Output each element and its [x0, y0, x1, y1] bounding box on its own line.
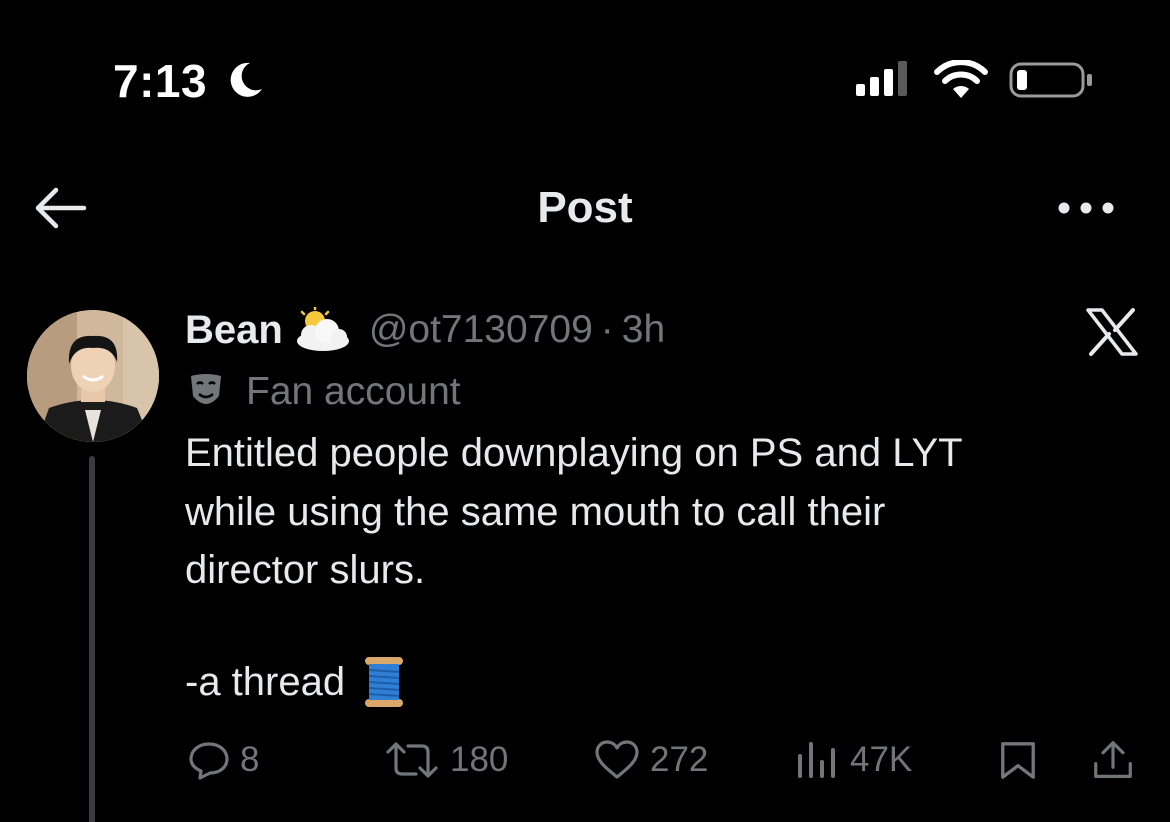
cellular-signal-icon — [856, 61, 907, 96]
bookmark-button[interactable] — [998, 736, 1038, 784]
avatar[interactable] — [27, 310, 159, 442]
post-body: Entitled people downplaying on PS and LY… — [185, 424, 1125, 600]
reply-count: 8 — [240, 740, 260, 779]
sun-behind-cloud-emoji — [296, 307, 349, 351]
views-icon — [798, 742, 835, 778]
repost-icon — [386, 742, 438, 778]
spool-of-thread-emoji — [365, 657, 404, 707]
bookmark-icon — [1001, 742, 1035, 779]
page-title: Post — [537, 183, 633, 232]
author-row: Bean @ot7130709 · 3h — [185, 305, 665, 355]
more-horizontal-icon[interactable] — [1056, 196, 1116, 220]
status-time: 7:13 — [113, 55, 208, 107]
author-display-name[interactable]: Bean — [185, 308, 283, 353]
reply-icon — [189, 742, 229, 780]
repost-button[interactable]: 180 — [384, 736, 508, 784]
account-label-row: Fan account — [188, 367, 461, 417]
x-logo-icon[interactable] — [1086, 308, 1138, 356]
post-text-line: Entitled people downplaying on PS and LY… — [185, 431, 963, 475]
post-text-line: while using the same mouth to call their — [185, 489, 886, 534]
thread-connector-line — [89, 456, 95, 822]
battery-icon — [1009, 62, 1092, 98]
views-button[interactable]: 47K — [796, 736, 912, 784]
wifi-icon — [934, 60, 988, 98]
thread-label: -a thread — [185, 659, 346, 704]
performing-arts-mask-icon — [191, 374, 221, 404]
author-handle[interactable]: @ot7130709 — [369, 308, 593, 352]
account-label: Fan account — [246, 370, 461, 413]
moon-icon — [230, 62, 262, 97]
post-age[interactable]: 3h — [622, 308, 665, 352]
views-count: 47K — [850, 740, 913, 779]
heart-icon — [595, 740, 639, 779]
share-icon — [1094, 741, 1132, 778]
like-count: 272 — [650, 740, 709, 779]
separator-dot: · — [600, 308, 614, 351]
post-text-line: director slurs. — [185, 548, 426, 592]
like-button[interactable]: 272 — [594, 736, 708, 784]
reply-button[interactable]: 8 — [188, 736, 259, 784]
repost-count: 180 — [450, 740, 509, 779]
avatar-image — [27, 310, 159, 442]
thread-line-row: -a thread — [185, 654, 405, 710]
share-button[interactable] — [1090, 736, 1136, 784]
